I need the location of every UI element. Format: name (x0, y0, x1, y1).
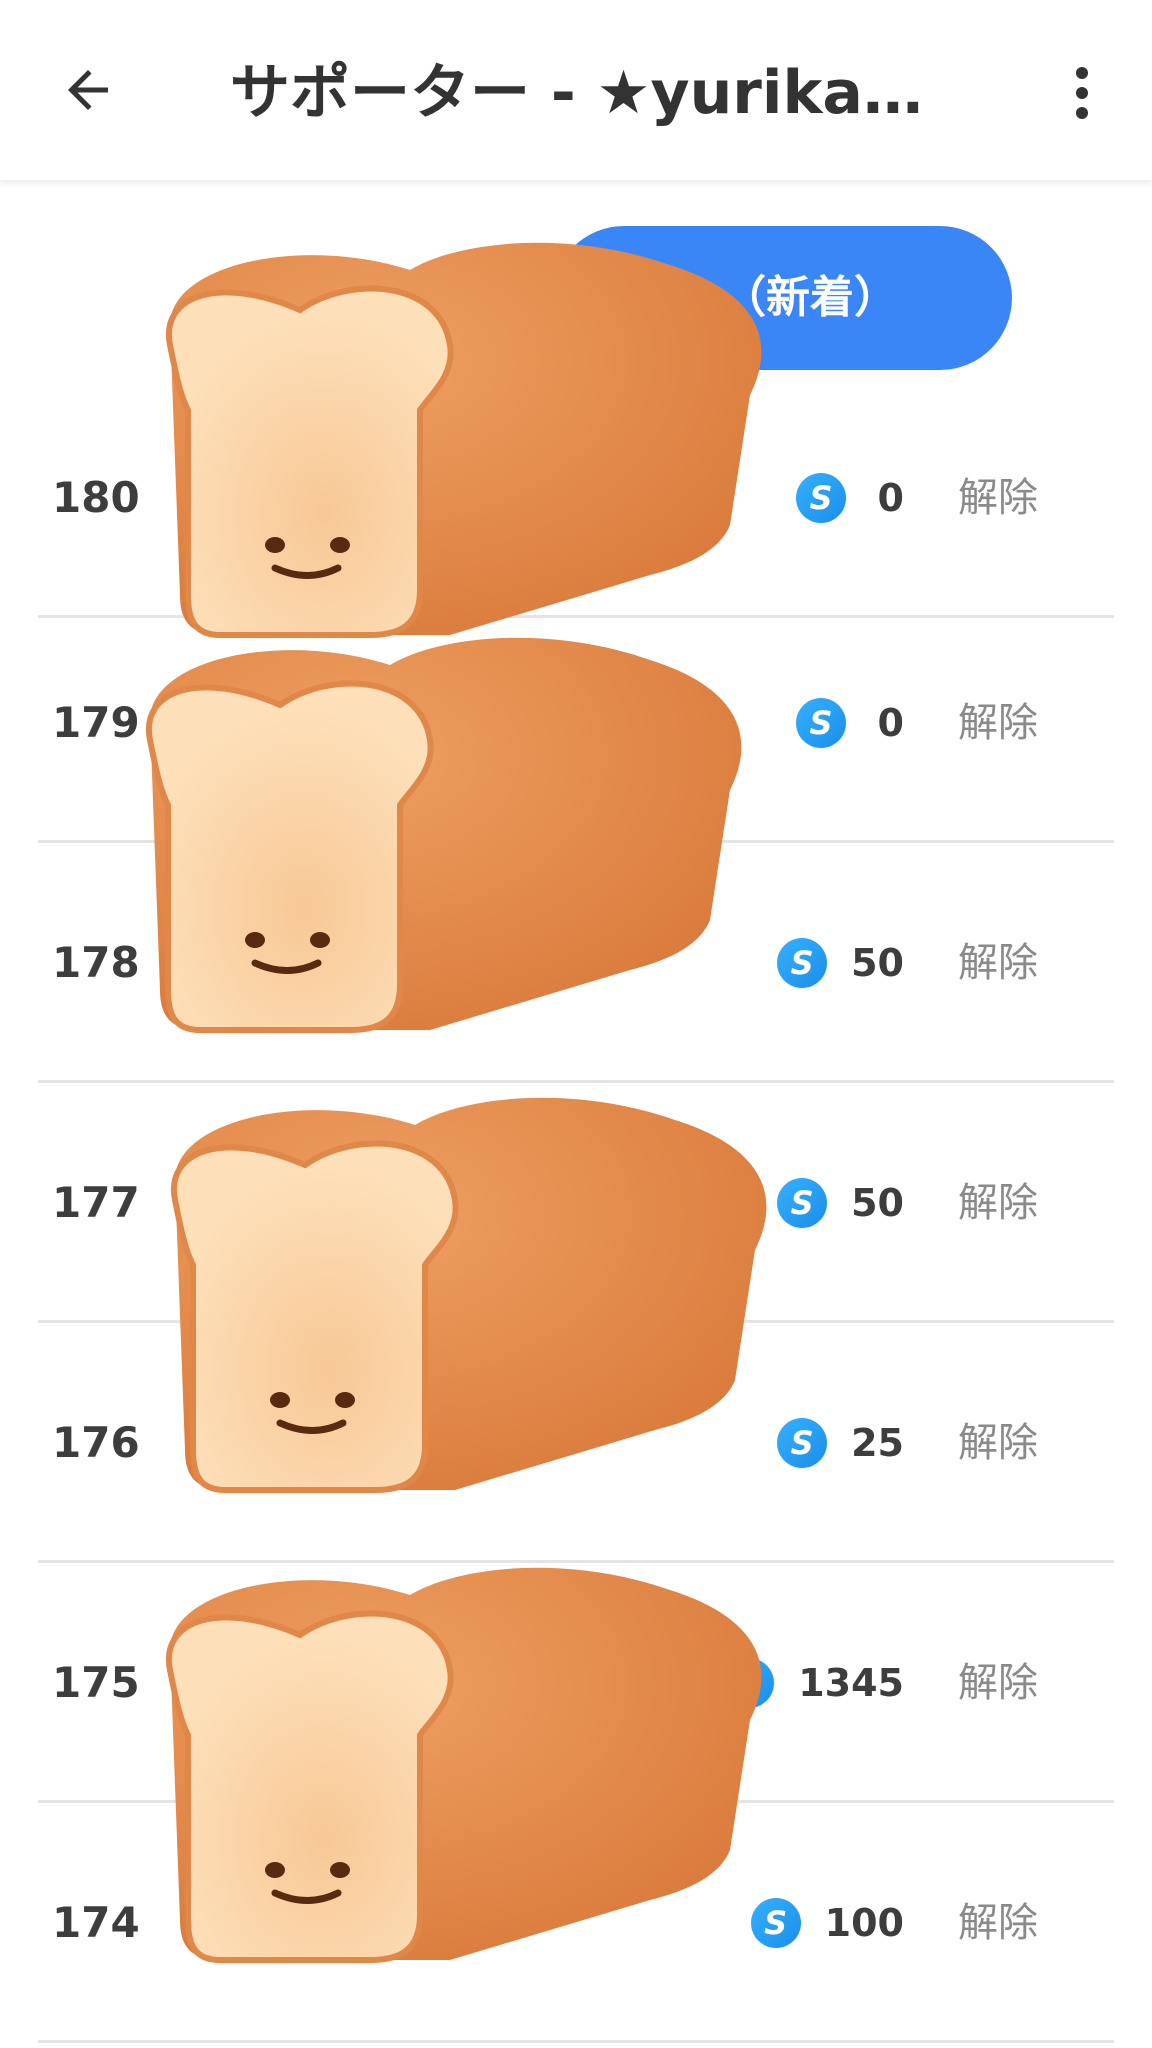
rank-number: 177 (52, 1178, 140, 1227)
release-button[interactable]: 解除 (958, 1323, 1038, 1563)
rank-number: 180 (52, 473, 140, 522)
more-vert-icon (1076, 67, 1088, 119)
back-button[interactable] (48, 50, 128, 130)
rank-number: 179 (52, 698, 140, 747)
release-button[interactable]: 解除 (958, 603, 1038, 843)
coin-amount: S 50 (777, 1083, 904, 1323)
release-button[interactable]: 解除 (958, 1563, 1038, 1803)
amount-value: 1345 (798, 1661, 904, 1705)
more-options-button[interactable] (1050, 50, 1114, 136)
bread-sticker (145, 637, 742, 1033)
rank-number: 175 (52, 1658, 140, 1707)
app-bar: サポーター - ★yurika★… (0, 0, 1152, 180)
coin-icon: S (796, 473, 846, 523)
rank-number: 174 (52, 1898, 140, 1947)
arrow-left-icon (68, 70, 108, 110)
release-button[interactable]: 解除 (958, 843, 1038, 1083)
amount-value: 0 (877, 701, 904, 745)
amount-value: 25 (851, 1421, 904, 1465)
amount-value: 100 (824, 1901, 904, 1945)
page-title: サポーター - ★yurika★… (230, 58, 970, 128)
release-button[interactable]: 解除 (958, 378, 1038, 618)
coin-amount: S 25 (777, 1323, 904, 1563)
rank-number: 176 (52, 1418, 140, 1467)
coin-icon: S (796, 698, 846, 748)
release-button[interactable]: 解除 (958, 1803, 1038, 2043)
coin-amount: S 0 (796, 603, 904, 843)
coin-amount: S 50 (777, 843, 904, 1083)
coin-icon: S (777, 938, 828, 988)
bread-sticker (170, 1097, 767, 1493)
amount-value: 0 (877, 476, 904, 520)
release-button[interactable]: 解除 (958, 1083, 1038, 1323)
rank-number: 178 (52, 938, 140, 987)
amount-value: 50 (851, 941, 904, 985)
coin-amount: S 0 (796, 378, 904, 618)
bread-sticker (165, 242, 762, 638)
bread-sticker (165, 1567, 762, 1963)
amount-value: 50 (851, 1181, 904, 1225)
